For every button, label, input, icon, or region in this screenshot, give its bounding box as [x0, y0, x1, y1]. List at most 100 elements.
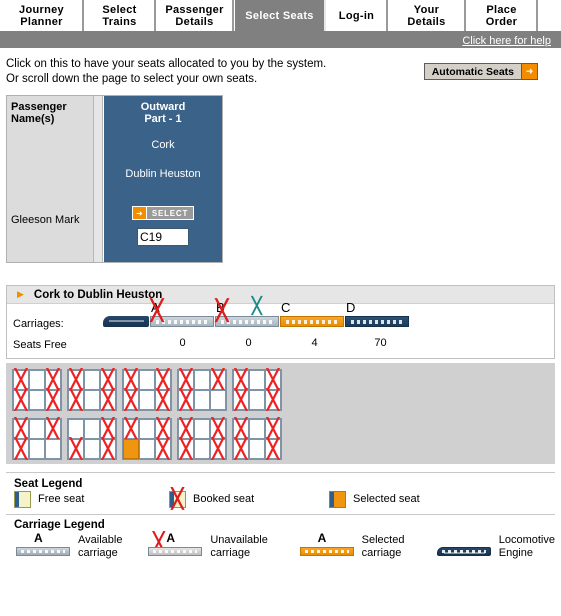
seat-booked[interactable]: ╳ [123, 370, 139, 391]
seat-booked[interactable]: ╳ [178, 370, 194, 391]
seat-free[interactable] [139, 370, 155, 390]
seat-booked[interactable]: ╳ [100, 419, 116, 440]
seat-free[interactable] [194, 390, 210, 410]
tab-journey[interactable]: Journey Planner [0, 0, 84, 31]
tab-place[interactable]: Place Order [466, 0, 538, 31]
carriage-d[interactable]: D [345, 300, 409, 327]
seat-booked[interactable]: ╳ [68, 390, 84, 411]
booked-seat-x-icon: ╳ [102, 439, 114, 460]
seat-free[interactable] [249, 370, 265, 390]
seat-booked[interactable]: ╳ [123, 419, 139, 440]
seat-booked[interactable]: ╳ [100, 370, 116, 391]
seat-booked[interactable]: ╳ [13, 370, 29, 391]
select-seat-button[interactable]: ➜ SELECT [131, 206, 195, 220]
passenger-name-header-line1: Passenger [11, 101, 67, 113]
seat-booked[interactable]: ╳ [210, 419, 226, 440]
seat-booked[interactable]: ╳ [155, 390, 171, 411]
carriage-b[interactable]: B ╳ ╳ [215, 299, 279, 327]
booked-seat-icon: ╳ [169, 490, 186, 509]
seat-legend-item-booked: ╳ Booked seat [169, 490, 329, 509]
seat-booked[interactable]: ╳ [210, 370, 226, 391]
seat-free[interactable] [210, 390, 226, 410]
seat-free[interactable] [249, 419, 265, 439]
journey-panel-title: Cork to Dublin Heuston [33, 288, 163, 301]
seat-free[interactable] [84, 370, 100, 390]
seat-number-input[interactable] [137, 228, 189, 246]
outward-journey-column: Outward Part - 1 Cork Dublin Heuston ➜ S… [103, 96, 222, 262]
select-button-label: SELECT [146, 207, 194, 219]
intro-line-2: Or scroll down the page to select your o… [6, 73, 258, 85]
seat-booked[interactable]: ╳ [45, 370, 61, 391]
automatic-seats-button[interactable]: Automatic Seats ➜ [423, 63, 538, 80]
carriage-a[interactable]: A ╳ [150, 300, 214, 327]
seat-booked[interactable]: ╳ [45, 419, 61, 440]
tab-log-in[interactable]: Log-in [326, 0, 388, 31]
carriage-letter-c: C [281, 300, 291, 315]
seat-bay: ╳ ╳ ╳ ╳ [232, 369, 282, 411]
seat-booked[interactable]: ╳ [178, 439, 194, 460]
seat-booked[interactable]: ╳ [123, 390, 139, 411]
seat-booked[interactable]: ╳ [178, 390, 194, 411]
seat-booked[interactable]: ╳ [155, 439, 171, 460]
booked-seat-x-icon: ╳ [235, 419, 247, 440]
seat-booked[interactable]: ╳ [265, 439, 281, 460]
seat-column: ╳ ╳ [233, 419, 249, 460]
seat-free[interactable] [249, 390, 265, 410]
seat-free[interactable] [194, 439, 210, 459]
tab-select[interactable]: Select Trains [84, 0, 156, 31]
seat-booked[interactable]: ╳ [155, 370, 171, 391]
seat-free[interactable] [139, 419, 155, 439]
seat-booked[interactable]: ╳ [233, 419, 249, 440]
seat-booked[interactable]: ╳ [265, 370, 281, 391]
seat-free[interactable] [29, 419, 45, 439]
seat-free[interactable] [29, 439, 45, 459]
seat-booked[interactable]: ╳ [45, 390, 61, 411]
seat-booked[interactable]: ╳ [155, 419, 171, 440]
seat-free[interactable] [84, 439, 100, 459]
seat-booked[interactable]: ╳ [100, 439, 116, 460]
booked-seat-x-icon: ╳ [157, 390, 169, 411]
seat-booked[interactable]: ╳ [13, 390, 29, 411]
tab-select-seats[interactable]: Select Seats [234, 0, 326, 31]
seat-free[interactable] [249, 439, 265, 459]
seat-free[interactable] [139, 390, 155, 410]
tab-label-line2: Details [175, 15, 214, 28]
seat-free[interactable] [194, 370, 210, 390]
seat-legend-label: Selected seat [353, 493, 420, 505]
seat-free[interactable] [45, 439, 61, 459]
carriage-legend-item-loco: Locomotive Engine [435, 532, 555, 560]
seat-bay: ╳ ╳ ╳ ╳ [177, 418, 227, 460]
booked-seat-x-icon: ╳ [47, 390, 59, 411]
seat-free[interactable] [194, 419, 210, 439]
seat-bay: ╳ ╳ ╳ [122, 418, 172, 460]
seat-free[interactable] [29, 390, 45, 410]
tab-your[interactable]: Your Details [388, 0, 466, 31]
seat-booked[interactable]: ╳ [68, 439, 84, 460]
seat-booked[interactable]: ╳ [68, 370, 84, 391]
booked-seat-x-icon: ╳ [102, 370, 114, 391]
seat-aisle-column [249, 370, 265, 410]
unavail-carriage-icon: A ╳ [146, 531, 204, 558]
carriage-window-dots [156, 320, 208, 324]
seat-free[interactable] [84, 419, 100, 439]
seat-free[interactable] [29, 370, 45, 390]
seat-free[interactable] [68, 419, 84, 439]
help-link[interactable]: Click here for help [462, 35, 551, 47]
seat-booked[interactable]: ╳ [210, 439, 226, 460]
seat-booked[interactable]: ╳ [233, 439, 249, 460]
seat-booked[interactable]: ╳ [265, 390, 281, 411]
tab-label-line2: Order [485, 15, 518, 28]
carriage-legend-label-line2: carriage [210, 547, 251, 559]
seat-booked[interactable]: ╳ [13, 419, 29, 440]
seat-selected[interactable] [123, 439, 139, 459]
seat-booked[interactable]: ╳ [265, 419, 281, 440]
seat-booked[interactable]: ╳ [178, 419, 194, 440]
seat-free[interactable] [84, 390, 100, 410]
seat-free[interactable] [139, 439, 155, 459]
seat-booked[interactable]: ╳ [233, 390, 249, 411]
seat-booked[interactable]: ╳ [233, 370, 249, 391]
seat-booked[interactable]: ╳ [100, 390, 116, 411]
tab-passenger[interactable]: Passenger Details [156, 0, 234, 31]
carriage-c[interactable]: C [280, 300, 344, 327]
seat-booked[interactable]: ╳ [13, 439, 29, 460]
